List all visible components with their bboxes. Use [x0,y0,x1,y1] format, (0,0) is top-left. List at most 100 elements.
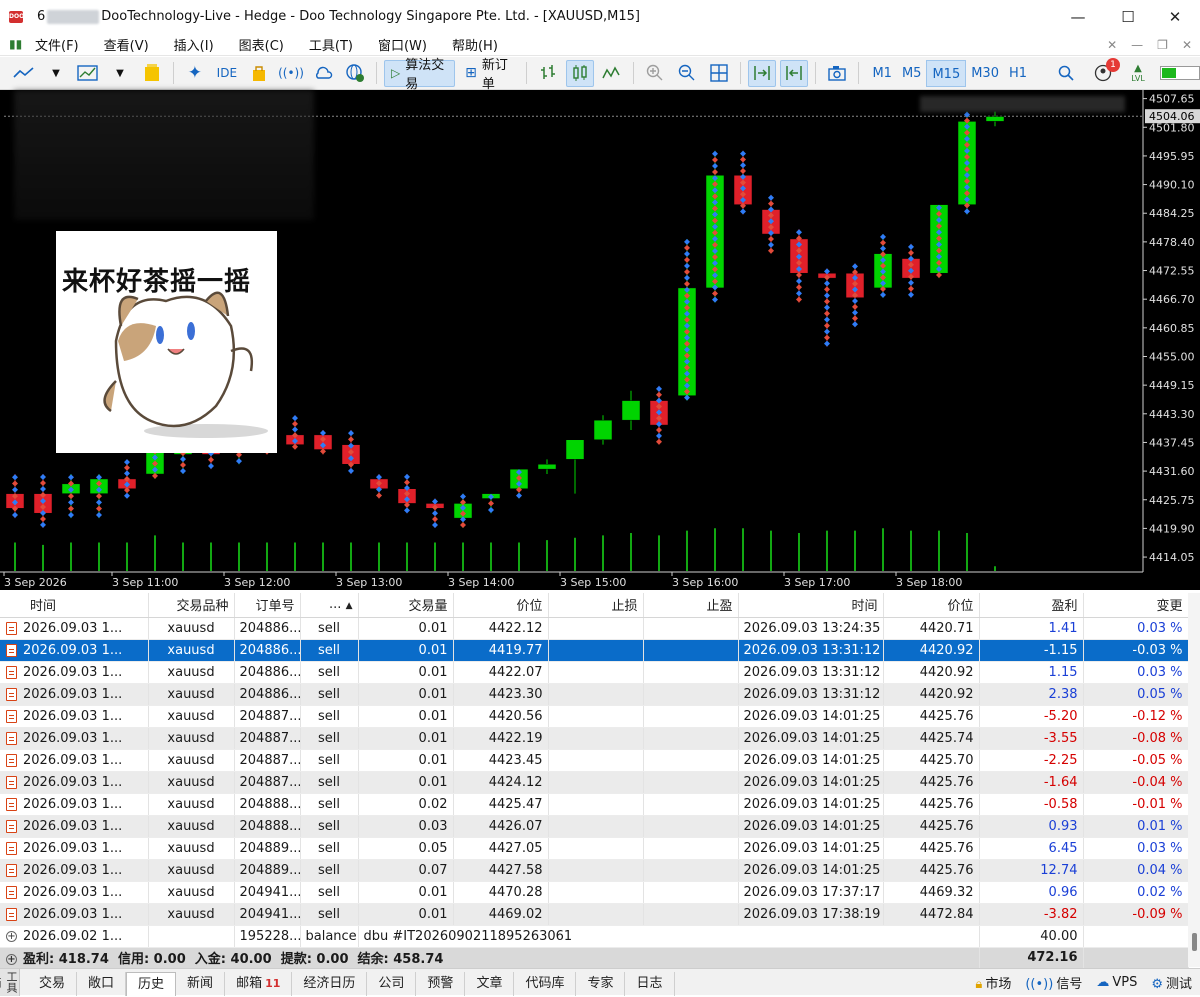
chart-type-dropdown-icon[interactable]: ▼ [42,60,70,87]
expand-icon[interactable]: + [6,954,17,965]
screenshot-icon[interactable] [823,60,851,87]
tab-10[interactable]: 专家 [576,971,626,996]
level-icon[interactable]: ▲ LVL [1124,60,1152,87]
chart-type-icon[interactable] [10,60,38,87]
price-tick-label: 4431.60 [1149,465,1195,478]
col-volume[interactable]: 交易量 [358,593,454,618]
mdi-restore-icon[interactable]: ❐ [1157,38,1168,52]
expand-icon[interactable]: + [6,930,17,942]
col-open-price[interactable]: 价位 [453,593,549,618]
tab-4[interactable]: 邮箱 11 [225,971,293,996]
tab-11[interactable]: 日志 [625,971,675,996]
col-change[interactable]: 变更 [1083,593,1189,618]
col-profit[interactable]: 盈利 [979,593,1084,618]
new-order-button[interactable]: ⊞ 新订单 [459,58,519,92]
table-row[interactable]: 2026.09.03 1... xauusd 204886... sell 0.01 44… [0,617,1189,640]
zoom-out-icon[interactable] [673,60,701,87]
table-row[interactable]: 2026.09.03 1... xauusd 204941... sell 0.01 44… [0,881,1189,904]
market-icon[interactable] [245,60,273,87]
menu-insert[interactable]: 插入(I) [174,35,227,54]
scrollbar-thumb[interactable] [1192,933,1197,951]
cell-close-price: 4420.92 [883,661,980,684]
tile-windows-icon[interactable] [705,60,733,87]
trade-marker [852,321,858,328]
auto-scroll-icon[interactable] [747,59,776,87]
timeframe-m15[interactable]: M15 [926,59,967,87]
table-row[interactable]: 2026.09.03 1... xauusd 204941... sell 0.01 44… [0,903,1189,926]
menu-window[interactable]: 窗口(W) [378,35,440,54]
algo-trading-button[interactable]: ▷ 算法交易 [383,58,456,92]
bar-chart-icon[interactable] [534,60,562,87]
mdi-minimize-icon[interactable]: — [1131,38,1143,52]
maximize-button[interactable]: ☐ [1105,0,1151,33]
ide-button[interactable]: IDE [213,60,241,87]
table-row[interactable]: 2026.09.03 1... xauusd 204886... sell 0.01 44… [0,683,1189,706]
templates-icon[interactable] [138,60,166,87]
menu-charts[interactable]: 图表(C) [239,35,297,54]
tab-5[interactable]: 经济日历 [292,971,368,996]
tester-link[interactable]: ⚙ 测试 [1151,973,1192,992]
menu-tools[interactable]: 工具(T) [309,35,366,54]
tab-8[interactable]: 文章 [465,971,515,996]
table-row[interactable]: 2026.09.03 1... xauusd 204888... sell 0.03 44… [0,815,1189,838]
table-row[interactable]: 2026.09.03 1... xauusd 204887... sell 0.01 44… [0,727,1189,750]
pin-icon[interactable]: ✕ [1107,38,1117,52]
balance-row[interactable]: +2026.09.02 1... 195228... balance dbu #IT2… [0,925,1189,948]
vertical-scrollbar[interactable] [1188,593,1200,967]
table-row[interactable]: 2026.09.03 1... xauusd 204889... sell 0.07 44… [0,859,1189,882]
minimize-button[interactable]: — [1055,0,1101,33]
toolbox-side-label[interactable]: 工具箱 [0,968,20,996]
candlestick-icon[interactable] [566,59,595,87]
table-row[interactable]: 2026.09.03 1... xauusd 204889... sell 0.05 44… [0,837,1189,860]
tab-7[interactable]: 预警 [416,971,466,996]
indicators-icon[interactable] [74,60,102,87]
col-open-time[interactable]: 时间 [0,593,149,618]
table-row[interactable]: 2026.09.03 1... xauusd 204886... sell 0.01 44… [0,661,1189,684]
signals-icon[interactable]: ((•)) [277,60,305,87]
tab-6[interactable]: 公司 [367,971,417,996]
col-close-price[interactable]: 价位 [883,593,980,618]
cloud-icon: ☁ [1096,975,1110,990]
tab-9[interactable]: 代码库 [514,971,577,996]
close-button[interactable]: ✕ [1152,0,1198,33]
table-row[interactable]: 2026.09.03 1... xauusd 204887... sell 0.01 44… [0,771,1189,794]
chart-shift-icon[interactable] [779,59,808,87]
tab-1[interactable]: 敞口 [77,971,127,996]
line-chart-icon[interactable] [598,60,626,87]
vps-link[interactable]: ☁ VPS [1096,975,1137,990]
cloud-icon[interactable] [309,60,337,87]
price-tick-label: 4449.15 [1149,379,1195,392]
col-type[interactable]: ... ▲ [300,593,359,618]
menu-file[interactable]: 文件(F) [35,35,92,54]
menu-view[interactable]: 查看(V) [104,35,162,54]
col-close-time[interactable]: 时间 [738,593,884,618]
table-row[interactable]: 2026.09.03 1... xauusd 204887... sell 0.01 44… [0,749,1189,772]
col-take-profit[interactable]: 止盈 [643,593,739,618]
market-link[interactable]: 🔒︎ 市场 [975,973,1011,992]
table-row[interactable]: 2026.09.03 1... xauusd 204886... sell 0.01 44… [0,639,1189,662]
account-icon[interactable]: 1 [1090,57,1121,87]
col-stop-loss[interactable]: 止损 [548,593,644,618]
price-chart[interactable]: 4507.65 4501.80 4495.95 4490.10 4484.25 4478.… [0,90,1200,590]
zoom-in-icon[interactable] [641,60,669,87]
vps-globe-icon[interactable] [341,60,369,87]
search-icon[interactable] [1052,60,1080,87]
timeframe-m1[interactable]: M1 [867,60,897,87]
tab-0[interactable]: 交易 [28,971,78,996]
timeframe-m30[interactable]: M30 [966,60,1004,87]
signals-link[interactable]: ((•)) 信号 [1025,973,1082,992]
col-ticket[interactable]: 订单号 [234,593,301,618]
table-row[interactable]: 2026.09.03 1... xauusd 204888... sell 0.02 44… [0,793,1189,816]
tab-2[interactable]: 历史 [126,971,177,996]
timeframe-m5[interactable]: M5 [897,60,927,87]
tab-3[interactable]: 新闻 [176,971,226,996]
ai-assistant-icon[interactable]: ✦ [181,60,209,87]
mdi-close-icon[interactable]: ✕ [1182,38,1192,52]
table-row[interactable]: 2026.09.03 1... xauusd 204887... sell 0.01 44… [0,705,1189,728]
timeframe-h1[interactable]: H1 [1004,60,1032,87]
menu-help[interactable]: 帮助(H) [452,35,511,54]
indicators-dropdown-icon[interactable]: ▼ [106,60,134,87]
cell-change: 0.05 % [1083,683,1189,706]
col-symbol[interactable]: 交易品种 [148,593,235,618]
trade-marker [236,458,242,465]
